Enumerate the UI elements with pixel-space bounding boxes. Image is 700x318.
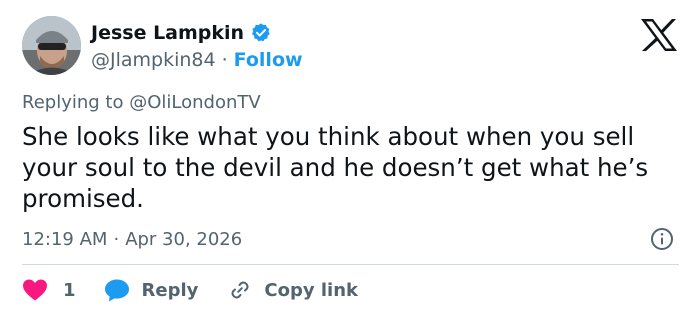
author-handle-row: @Jlampkin84 · Follow: [91, 47, 303, 73]
tweet-time: 12:19 AM: [22, 228, 108, 250]
tweet-date: Apr 30, 2026: [125, 228, 243, 250]
avatar[interactable]: [22, 16, 81, 75]
tweet-text: She looks like what you think about when…: [22, 122, 649, 213]
copy-link-label: Copy link: [264, 279, 358, 301]
verified-badge-icon: [250, 22, 272, 44]
timestamp-separator: ·: [113, 228, 120, 250]
x-logo-icon[interactable]: [640, 18, 678, 52]
author-display-name[interactable]: Jesse Lampkin: [91, 22, 244, 44]
author-name-row: Jesse Lampkin: [91, 20, 272, 46]
heart-icon: [23, 279, 47, 301]
info-icon[interactable]: [650, 227, 674, 251]
author-handle[interactable]: @Jlampkin84: [91, 49, 216, 71]
replying-to: Replying to @OliLondonTV: [22, 92, 261, 113]
like-button[interactable]: 1: [22, 278, 76, 302]
link-icon: [231, 281, 249, 299]
avatar-photo: [22, 16, 81, 75]
like-count: 1: [63, 279, 76, 301]
copy-link-button[interactable]: Copy link: [228, 278, 358, 302]
replying-to-mention[interactable]: @OliLondonTV: [129, 92, 260, 113]
replying-to-prefix: Replying to: [22, 92, 124, 113]
reply-label: Reply: [141, 279, 199, 301]
tweet-actions: 1 Reply Copy link: [22, 276, 358, 304]
follow-button[interactable]: Follow: [234, 49, 303, 71]
reply-button[interactable]: Reply: [104, 278, 199, 302]
speech-bubble-icon: [104, 279, 129, 302]
tweet-timestamp[interactable]: 12:19 AM · Apr 30, 2026: [22, 226, 242, 252]
divider: [22, 264, 679, 265]
handle-separator: ·: [221, 49, 228, 71]
